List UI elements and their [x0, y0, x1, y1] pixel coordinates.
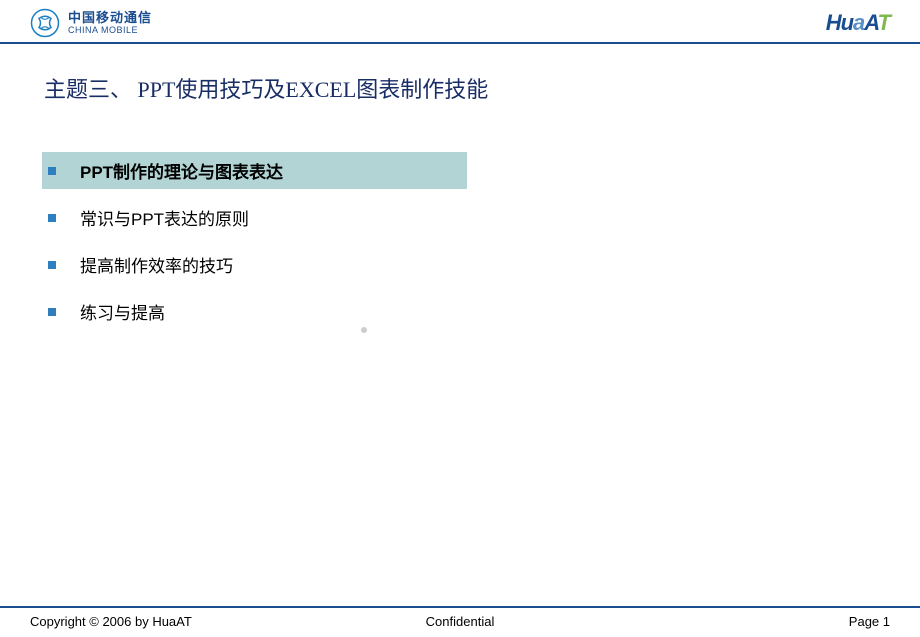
slide-title: 主题三、 PPT使用技巧及EXCEL图表制作技能 — [0, 44, 920, 104]
china-mobile-icon — [30, 8, 60, 38]
footer-confidential: Confidential — [426, 614, 495, 629]
bullet-item-highlighted: PPT制作的理论与图表表达 — [42, 152, 467, 189]
china-mobile-en: CHINA MOBILE — [68, 26, 152, 35]
bullet-item: 练习与提高 — [42, 299, 920, 324]
china-mobile-logo: 中国移动通信 CHINA MOBILE — [30, 8, 152, 38]
footer-copyright: Copyright © 2006 by HuaAT — [30, 614, 192, 629]
bullet-square-icon — [48, 261, 56, 269]
slide-footer: Copyright © 2006 by HuaAT Confidential P… — [0, 606, 920, 629]
bullet-text: PPT制作的理论与图表表达 — [80, 158, 283, 183]
slide-header: 中国移动通信 CHINA MOBILE HuaAT — [0, 0, 920, 44]
footer-page: Page 1 — [849, 614, 890, 629]
bullet-text: 提高制作效率的技巧 — [80, 252, 233, 277]
bullet-square-icon — [48, 308, 56, 316]
bullet-text: 常识与PPT表达的原则 — [80, 205, 249, 230]
china-mobile-cn: 中国移动通信 — [68, 11, 152, 24]
dot-mark — [361, 327, 367, 333]
bullet-square-icon — [48, 214, 56, 222]
bullet-square-icon — [48, 167, 56, 175]
bullet-text: 练习与提高 — [80, 299, 165, 324]
china-mobile-text: 中国移动通信 CHINA MOBILE — [68, 11, 152, 35]
bullet-item: 提高制作效率的技巧 — [42, 252, 920, 277]
huaat-logo: HuaAT — [826, 10, 890, 36]
bullet-item: 常识与PPT表达的原则 — [42, 205, 920, 230]
bullet-list: PPT制作的理论与图表表达 常识与PPT表达的原则 提高制作效率的技巧 练习与提… — [42, 152, 920, 324]
